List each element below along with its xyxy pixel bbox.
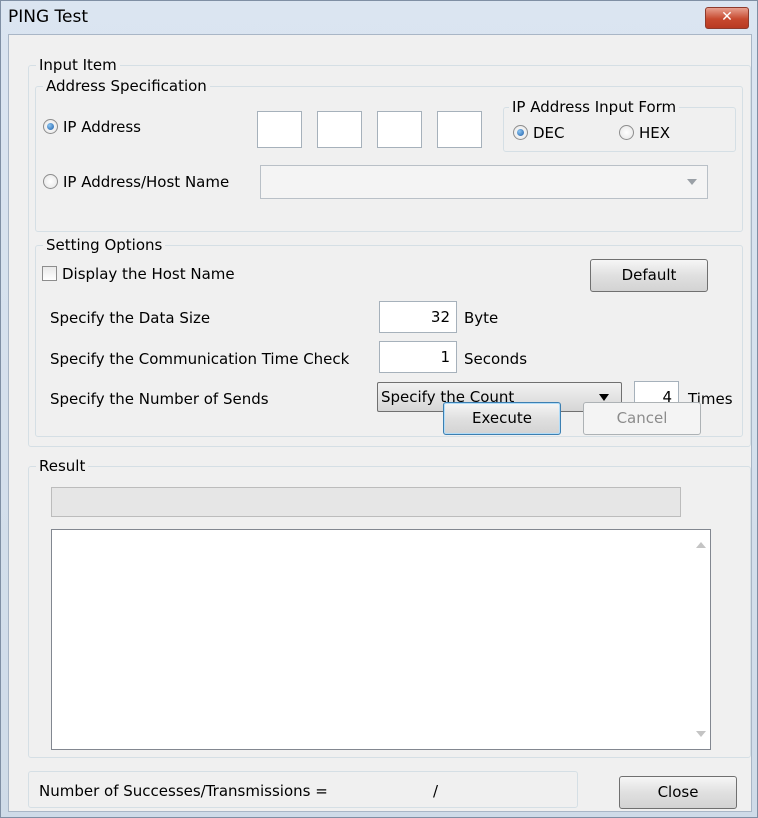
close-button[interactable]: Close: [619, 776, 737, 809]
address-specification-group: Address Specification IP Address IP Addr…: [35, 77, 743, 232]
default-button[interactable]: Default: [590, 259, 708, 292]
scroll-up-icon[interactable]: [696, 542, 706, 548]
data-size-input[interactable]: 32: [379, 301, 457, 333]
display-host-name-checkbox[interactable]: [42, 266, 57, 281]
ip-address-radio[interactable]: [43, 119, 58, 134]
host-name-combobox[interactable]: [260, 165, 708, 199]
display-host-name-label: Display the Host Name: [62, 265, 235, 283]
ip-octet-4[interactable]: [437, 111, 482, 148]
close-icon: ✕: [721, 9, 733, 25]
scroll-down-icon[interactable]: [696, 731, 706, 737]
ip-address-label: IP Address: [63, 118, 141, 136]
dec-radio[interactable]: [513, 125, 528, 140]
dec-label: DEC: [533, 124, 565, 142]
ip-octet-1[interactable]: [257, 111, 302, 148]
successes-value: /: [433, 782, 439, 800]
title-bar: PING Test ✕: [1, 1, 757, 33]
dialog-client: Input Item Address Specification IP Addr…: [8, 34, 752, 812]
successes-label: Number of Successes/Transmissions =: [39, 782, 328, 800]
time-check-unit: Seconds: [464, 350, 528, 368]
number-of-sends-label: Specify the Number of Sends: [50, 390, 269, 408]
ip-octet-3[interactable]: [377, 111, 422, 148]
data-size-unit: Byte: [464, 309, 499, 327]
input-item-legend: Input Item: [36, 56, 120, 74]
result-legend: Result: [36, 457, 89, 475]
ip-address-input-form-legend: IP Address Input Form: [509, 98, 680, 116]
chevron-down-icon: [599, 394, 609, 401]
ip-address-input-form-group: IP Address Input Form DEC HEX: [503, 98, 736, 152]
execute-button[interactable]: Execute: [443, 402, 561, 435]
hex-label: HEX: [639, 124, 671, 142]
window-close-button[interactable]: ✕: [705, 7, 749, 29]
ip-host-name-radio[interactable]: [43, 174, 58, 189]
setting-options-legend: Setting Options: [43, 236, 166, 254]
hex-radio[interactable]: [619, 125, 634, 140]
result-output-area[interactable]: [51, 529, 711, 750]
result-scrollbar[interactable]: [692, 530, 710, 749]
ip-octet-2[interactable]: [317, 111, 362, 148]
input-item-group: Input Item Address Specification IP Addr…: [28, 56, 751, 447]
time-check-label: Specify the Communication Time Check: [50, 350, 350, 368]
chevron-down-icon[interactable]: [687, 179, 697, 185]
result-group: Result: [28, 457, 751, 758]
window-title: PING Test: [8, 7, 89, 27]
address-specification-legend: Address Specification: [43, 77, 210, 95]
time-check-input[interactable]: 1: [379, 341, 457, 373]
ping-test-window: PING Test ✕ Input Item Address Specifica…: [0, 0, 758, 818]
data-size-label: Specify the Data Size: [50, 309, 211, 327]
success-count-box: Number of Successes/Transmissions = /: [28, 771, 578, 808]
cancel-button[interactable]: Cancel: [583, 402, 701, 435]
ip-host-name-label: IP Address/Host Name: [63, 173, 230, 191]
result-progress-bar: [51, 487, 681, 517]
